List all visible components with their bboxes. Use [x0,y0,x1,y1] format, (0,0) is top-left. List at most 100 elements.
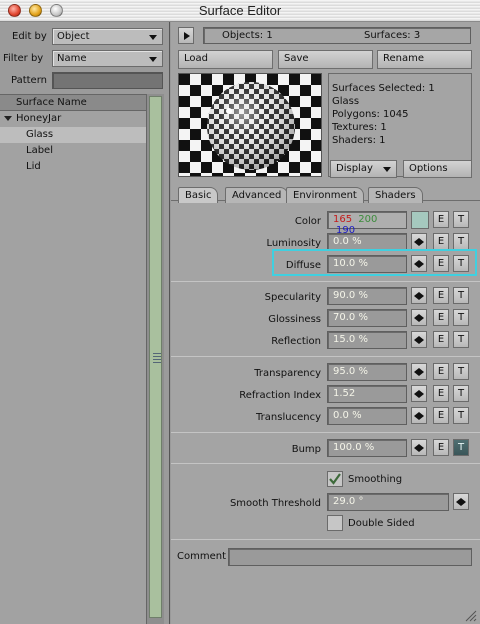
diffuse-texture-button[interactable]: T [453,255,469,272]
list-item[interactable]: Glass [0,127,146,143]
color-envelope-button[interactable]: E [433,211,449,228]
refraction-index-envelope-button[interactable]: E [433,385,449,402]
luminosity-envelope-button[interactable]: E [433,233,449,250]
smooth-threshold-stepper[interactable] [453,493,469,510]
diffuse-label: Diffuse [285,260,321,271]
color-g-value: 200 [358,214,378,225]
bump-stepper[interactable] [411,439,427,456]
reflection-texture-button[interactable]: T [453,331,469,348]
transparency-stepper[interactable] [411,363,427,380]
glossiness-label: Glossiness [268,314,321,325]
bump-envelope-button[interactable]: E [433,439,449,456]
color-swatch[interactable] [411,211,429,229]
tab-environment[interactable]: Environment [286,187,364,203]
surface-preview[interactable] [178,73,322,177]
diffuse-envelope-button[interactable]: E [433,255,449,272]
pattern-label: Pattern [11,75,47,86]
list-item[interactable]: HoneyJar [0,111,146,127]
translucency-stepper[interactable] [411,407,427,424]
list-item[interactable]: Lid [0,159,146,175]
preview-image [179,74,321,176]
disclosure-triangle-icon[interactable] [4,115,12,121]
filter-by-label: Filter by [3,53,44,64]
display-label: Display [336,163,373,174]
specularity-field[interactable]: 90.0 % [327,287,407,305]
arrow-right-icon [419,314,424,322]
reflection-envelope-button[interactable]: E [433,331,449,348]
pattern-input[interactable] [52,72,163,89]
tab-basic[interactable]: Basic [178,187,219,203]
expand-button[interactable] [178,27,194,44]
surface-label-label: Label [26,145,53,156]
translucency-envelope-button[interactable]: E [433,407,449,424]
translucency-texture-button[interactable]: T [453,407,469,424]
specularity-label: Specularity [264,292,321,303]
divider [171,539,480,540]
play-arrow-icon [184,32,190,40]
bump-label: Bump [291,444,321,455]
edit-by-select[interactable]: Object [52,28,163,45]
info-polygons: Polygons: 1045 [332,109,409,120]
scrollbar-thumb[interactable] [149,96,162,618]
surface-list-header[interactable]: Surface Name [0,95,146,111]
translucency-field[interactable]: 0.0 % [327,407,407,425]
specularity-envelope-button[interactable]: E [433,287,449,304]
diffuse-field[interactable]: 10.0 % [327,255,407,273]
luminosity-texture-button[interactable]: T [453,233,469,250]
glossiness-texture-button[interactable]: T [453,309,469,326]
glossiness-stepper[interactable] [411,309,427,326]
refraction-index-label: Refraction Index [239,390,321,401]
transparency-texture-button[interactable]: T [453,363,469,380]
luminosity-stepper[interactable] [411,233,427,250]
color-rgb-field[interactable]: 165 200 190 [327,211,407,236]
specularity-texture-button[interactable]: T [453,287,469,304]
rename-button[interactable]: Rename [377,50,472,69]
display-select[interactable]: Display [330,160,397,178]
arrow-right-icon [419,444,424,452]
specularity-stepper[interactable] [411,287,427,304]
divider [171,281,480,282]
color-texture-button[interactable]: T [453,211,469,228]
reflection-label: Reflection [271,336,321,347]
comment-input[interactable] [228,548,472,566]
edit-by-value: Object [57,31,90,42]
smoothing-label: Smoothing [348,474,403,485]
luminosity-label: Luminosity [266,238,321,249]
options-button[interactable]: Options [403,160,472,178]
smooth-threshold-label: Smooth Threshold [229,498,321,509]
filter-by-value: Name [57,53,87,64]
load-button[interactable]: Load [178,50,273,69]
arrow-right-icon [419,292,424,300]
save-button[interactable]: Save [278,50,373,69]
diffuse-stepper[interactable] [411,255,427,272]
transparency-envelope-button[interactable]: E [433,363,449,380]
refraction-index-texture-button[interactable]: T [453,385,469,402]
list-scrollbar[interactable] [146,94,164,624]
transparency-field[interactable]: 95.0 % [327,363,407,381]
translucency-label: Translucency [256,412,321,423]
smooth-threshold-field[interactable]: 29.0 ° [327,493,449,511]
surface-group-label: HoneyJar [16,113,62,124]
glossiness-envelope-button[interactable]: E [433,309,449,326]
objects-surfaces-status: Objects: 1 Surfaces: 3 [203,27,471,44]
smoothing-checkbox[interactable] [327,471,343,487]
arrow-right-icon [419,238,424,246]
double-sided-checkbox[interactable] [327,515,343,531]
surface-list: Surface Name HoneyJar Glass Label Lid [0,94,146,624]
tab-advanced[interactable]: Advanced [225,187,289,203]
resize-grip-icon[interactable] [463,608,477,622]
refraction-index-stepper[interactable] [411,385,427,402]
left-panel: Edit by Object Filter by Name Pattern Su… [0,22,170,624]
bump-field[interactable]: 100.0 % [327,439,407,457]
transparency-label: Transparency [254,368,321,379]
title-bar[interactable]: Surface Editor [0,0,480,22]
glossiness-field[interactable]: 70.0 % [327,309,407,327]
refraction-index-field[interactable]: 1.52 [327,385,407,403]
reflection-field[interactable]: 15.0 % [327,331,407,349]
reflection-stepper[interactable] [411,331,427,348]
bump-texture-button[interactable]: T [453,439,469,456]
list-item[interactable]: Label [0,143,146,159]
filter-by-select[interactable]: Name [52,50,163,67]
arrow-right-icon [419,368,424,376]
tab-shaders[interactable]: Shaders [368,187,423,203]
